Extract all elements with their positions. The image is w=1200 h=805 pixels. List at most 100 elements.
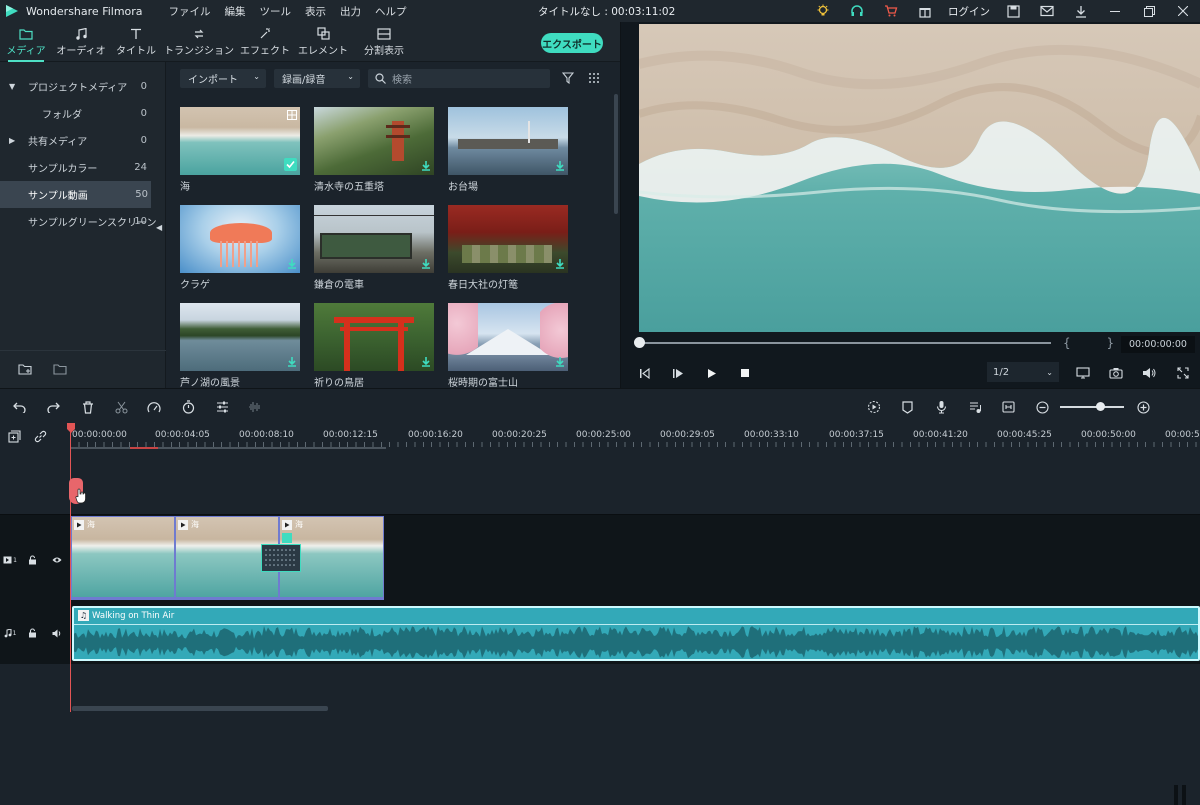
speaker-icon[interactable]	[52, 628, 62, 638]
volume-icon[interactable]	[1141, 366, 1157, 380]
media-item-sea[interactable]: 海	[180, 107, 300, 193]
audio-waveform-icon[interactable]	[247, 399, 263, 415]
timeline-horizontal-scrollbar[interactable]	[72, 706, 328, 711]
audio-clip[interactable]: ♫ Walking on Thin Air	[72, 606, 1200, 661]
snapshot-camera-icon[interactable]	[1108, 366, 1124, 380]
eye-icon[interactable]	[52, 555, 62, 565]
grid-view-icon[interactable]	[588, 72, 600, 84]
save-icon[interactable]	[996, 0, 1030, 22]
empty-track-area[interactable]	[0, 456, 1200, 514]
media-item-kiyomizu-pagoda[interactable]: 清水寺の五重塔	[314, 107, 434, 193]
fullscreen-icon[interactable]	[1175, 366, 1191, 380]
audio-volume-line[interactable]	[74, 624, 1198, 625]
play-next-frame-icon[interactable]	[670, 366, 686, 380]
menu-edit[interactable]: 編集	[225, 4, 246, 19]
download-arrow-icon[interactable]	[287, 259, 297, 269]
voiceover-list-icon[interactable]	[967, 399, 983, 415]
sidebar-item-sample-videos[interactable]: サンプル動画 50	[0, 181, 151, 208]
menu-view[interactable]: 表示	[305, 4, 326, 19]
new-folder-icon[interactable]	[18, 363, 32, 375]
render-preview-icon[interactable]	[866, 399, 882, 415]
download-arrow-icon[interactable]	[421, 161, 431, 171]
adjust-sliders-icon[interactable]	[214, 399, 230, 415]
sidebar-item-sample-colors[interactable]: サンプルカラー 24	[0, 154, 165, 181]
download-arrow-icon[interactable]	[421, 357, 431, 367]
lightbulb-icon[interactable]	[806, 0, 840, 22]
menu-tools[interactable]: ツール	[260, 4, 292, 19]
split-scissors-icon[interactable]	[113, 399, 129, 415]
mail-icon[interactable]	[1030, 0, 1064, 22]
zoom-slider[interactable]	[1060, 406, 1124, 408]
media-item-odaiba[interactable]: お台場	[448, 107, 568, 193]
media-item-torii[interactable]: 祈りの鳥居	[314, 303, 434, 389]
export-button[interactable]: エクスポート	[541, 33, 603, 53]
media-scrollbar[interactable]	[614, 94, 618, 214]
delete-icon[interactable]	[80, 399, 96, 415]
gift-icon[interactable]	[908, 0, 942, 22]
scrubber-handle[interactable]	[634, 337, 645, 348]
previous-frame-icon[interactable]	[637, 366, 653, 380]
timeline-ruler[interactable]: 00:00:00:00 00:00:04:05 00:00:08:10 00:0…	[0, 424, 1200, 456]
download-arrow-icon[interactable]	[555, 259, 565, 269]
sidebar-item-shared-media[interactable]: ▶ 共有メディア 0	[0, 127, 165, 154]
zoom-in-icon[interactable]	[1135, 399, 1151, 415]
expand-down-icon[interactable]: ▼	[9, 82, 15, 91]
preview-scrubber[interactable]	[635, 342, 1051, 344]
add-track-icon[interactable]	[6, 428, 22, 444]
microphone-icon[interactable]	[933, 399, 949, 415]
tab-effects[interactable]: エフェクト	[240, 24, 290, 60]
tab-titles[interactable]: タイトル	[116, 24, 156, 60]
menu-file[interactable]: ファイル	[169, 4, 211, 19]
display-settings-icon[interactable]	[1075, 366, 1091, 380]
collapse-sidebar-icon[interactable]: ◀	[156, 223, 162, 232]
restore-icon[interactable]	[1132, 0, 1166, 22]
login-link[interactable]: ログイン	[942, 4, 996, 19]
menu-export[interactable]: 出力	[340, 4, 361, 19]
sidebar-item-sample-green-screen[interactable]: サンプルグリーンスクリーン 10	[0, 208, 165, 235]
tab-transitions[interactable]: トランジション	[164, 24, 234, 60]
playhead[interactable]	[70, 424, 71, 712]
link-icon[interactable]	[32, 428, 48, 444]
tab-elements[interactable]: エレメント	[298, 24, 348, 60]
zoom-slider-handle[interactable]	[1096, 402, 1105, 411]
tab-media[interactable]: メディア	[6, 24, 46, 62]
expand-right-icon[interactable]: ▶	[9, 136, 15, 145]
download-arrow-icon[interactable]	[555, 161, 565, 171]
timeline-pause-icon[interactable]	[1174, 785, 1186, 805]
tab-audio[interactable]: オーディオ	[56, 24, 106, 60]
sidebar-item-project-media[interactable]: ▼ プロジェクトメディア 0	[0, 73, 165, 100]
download-arrow-icon[interactable]	[555, 357, 565, 367]
download-arrow-icon[interactable]	[421, 259, 431, 269]
video-clip[interactable]: 海	[71, 516, 175, 600]
undo-icon[interactable]	[12, 399, 28, 415]
zoom-out-icon[interactable]	[1034, 399, 1050, 415]
download-arrow-icon[interactable]	[287, 357, 297, 367]
stop-icon[interactable]	[737, 366, 753, 380]
transition-block[interactable]	[261, 533, 301, 572]
preview-quality-dropdown[interactable]: 1/2 ⌄	[987, 362, 1059, 382]
duration-timer-icon[interactable]	[180, 399, 196, 415]
headset-icon[interactable]	[840, 0, 874, 22]
download-icon[interactable]	[1064, 0, 1098, 22]
filter-icon[interactable]	[562, 72, 574, 84]
sidebar-item-folder[interactable]: フォルダ 0	[0, 100, 165, 127]
search-input[interactable]: 検索	[368, 69, 550, 88]
play-icon[interactable]	[703, 366, 719, 380]
menu-help[interactable]: ヘルプ	[375, 4, 407, 19]
media-item-kamakura-train[interactable]: 鎌倉の電車	[314, 205, 434, 291]
tab-split-screen[interactable]: 分割表示	[362, 24, 406, 60]
close-icon[interactable]	[1166, 0, 1200, 22]
transition-handle-icon[interactable]	[282, 533, 292, 543]
media-item-kasuga-lanterns[interactable]: 春日大社の灯篭	[448, 205, 568, 291]
minimize-icon[interactable]	[1098, 0, 1132, 22]
lock-icon[interactable]	[27, 555, 37, 565]
import-dropdown[interactable]: インポート ⌄	[180, 69, 266, 88]
cart-icon[interactable]	[874, 0, 908, 22]
record-dropdown[interactable]: 録画/録音 ⌄	[274, 69, 360, 88]
redo-icon[interactable]	[45, 399, 61, 415]
media-item-jellyfish[interactable]: クラゲ	[180, 205, 300, 291]
snap-icon[interactable]	[1000, 399, 1016, 415]
marker-icon[interactable]	[899, 399, 915, 415]
speed-icon[interactable]	[146, 399, 162, 415]
media-item-fuji-cherry[interactable]: 桜時期の富士山	[448, 303, 568, 389]
